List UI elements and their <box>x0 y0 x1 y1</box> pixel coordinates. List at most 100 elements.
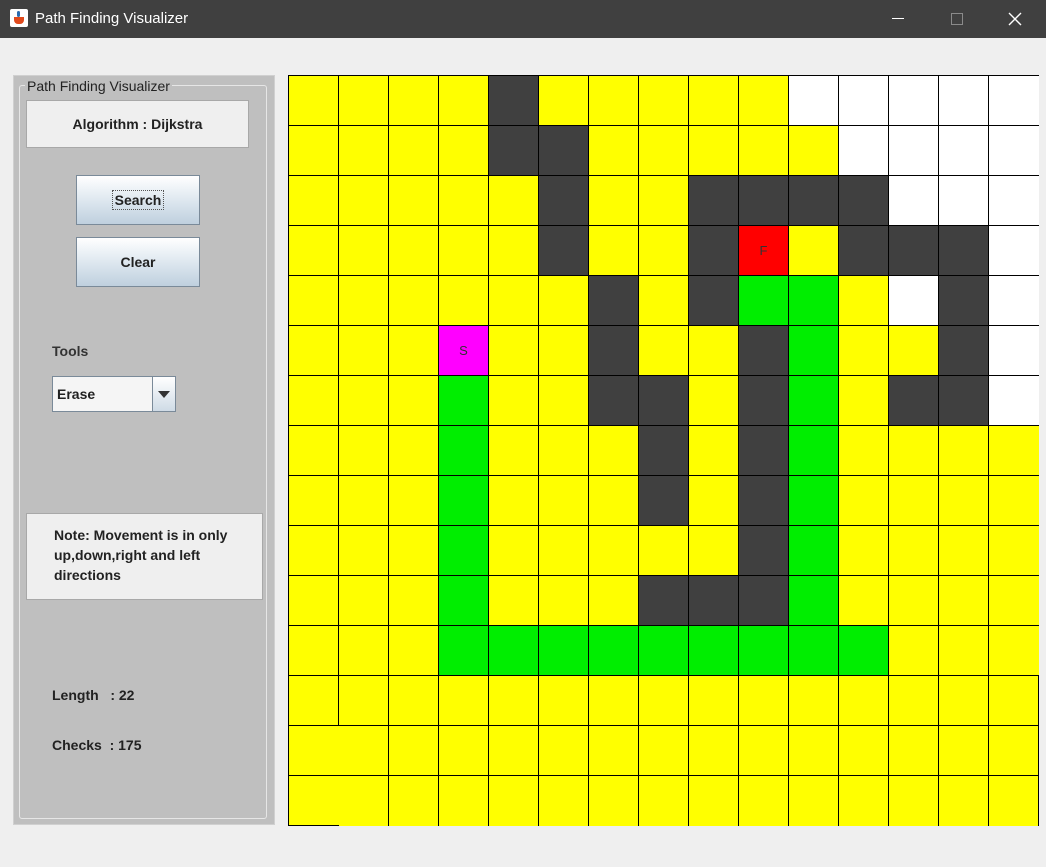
empty-cell[interactable] <box>389 376 439 426</box>
empty-cell[interactable] <box>339 476 389 526</box>
empty-cell[interactable] <box>289 676 339 726</box>
empty-cell[interactable] <box>989 426 1039 476</box>
empty-cell[interactable] <box>639 326 689 376</box>
empty-cell[interactable] <box>439 126 489 176</box>
unvisited-cell[interactable] <box>989 276 1039 326</box>
empty-cell[interactable] <box>389 176 439 226</box>
empty-cell[interactable] <box>839 676 889 726</box>
empty-cell[interactable] <box>439 226 489 276</box>
empty-cell[interactable] <box>389 726 439 776</box>
unvisited-cell[interactable] <box>839 76 889 126</box>
empty-cell[interactable] <box>939 426 989 476</box>
wall-cell[interactable] <box>639 576 689 626</box>
empty-cell[interactable] <box>439 276 489 326</box>
wall-cell[interactable] <box>839 176 889 226</box>
empty-cell[interactable] <box>889 476 939 526</box>
empty-cell[interactable] <box>539 776 589 826</box>
empty-cell[interactable] <box>939 626 989 676</box>
empty-cell[interactable] <box>989 626 1039 676</box>
empty-cell[interactable] <box>939 726 989 776</box>
empty-cell[interactable] <box>339 326 389 376</box>
wall-cell[interactable] <box>639 476 689 526</box>
empty-cell[interactable] <box>339 676 389 726</box>
unvisited-cell[interactable] <box>989 326 1039 376</box>
wall-cell[interactable] <box>839 226 889 276</box>
path-cell[interactable] <box>789 326 839 376</box>
empty-cell[interactable] <box>489 376 539 426</box>
path-cell[interactable] <box>839 626 889 676</box>
unvisited-cell[interactable] <box>989 176 1039 226</box>
unvisited-cell[interactable] <box>939 76 989 126</box>
empty-cell[interactable] <box>689 376 739 426</box>
empty-cell[interactable] <box>489 226 539 276</box>
empty-cell[interactable] <box>339 76 389 126</box>
unvisited-cell[interactable] <box>789 76 839 126</box>
empty-cell[interactable] <box>639 526 689 576</box>
unvisited-cell[interactable] <box>889 76 939 126</box>
wall-cell[interactable] <box>539 126 589 176</box>
empty-cell[interactable] <box>589 526 639 576</box>
empty-cell[interactable] <box>639 176 689 226</box>
empty-cell[interactable] <box>489 576 539 626</box>
empty-cell[interactable] <box>889 426 939 476</box>
empty-cell[interactable] <box>889 626 939 676</box>
empty-cell[interactable] <box>839 726 889 776</box>
wall-cell[interactable] <box>589 276 639 326</box>
empty-cell[interactable] <box>289 576 339 626</box>
wall-cell[interactable] <box>639 426 689 476</box>
empty-cell[interactable] <box>539 326 589 376</box>
empty-cell[interactable] <box>389 676 439 726</box>
empty-cell[interactable] <box>739 76 789 126</box>
wall-cell[interactable] <box>689 276 739 326</box>
empty-cell[interactable] <box>489 676 539 726</box>
wall-cell[interactable] <box>489 76 539 126</box>
wall-cell[interactable] <box>939 276 989 326</box>
empty-cell[interactable] <box>589 576 639 626</box>
wall-cell[interactable] <box>689 226 739 276</box>
empty-cell[interactable] <box>839 326 889 376</box>
path-cell[interactable] <box>789 476 839 526</box>
empty-cell[interactable] <box>289 776 339 826</box>
path-cell[interactable] <box>439 376 489 426</box>
empty-cell[interactable] <box>989 526 1039 576</box>
clear-button[interactable]: Clear <box>76 237 200 287</box>
unvisited-cell[interactable] <box>939 176 989 226</box>
empty-cell[interactable] <box>339 526 389 576</box>
empty-cell[interactable] <box>289 426 339 476</box>
empty-cell[interactable] <box>339 776 389 826</box>
empty-cell[interactable] <box>289 326 339 376</box>
maximize-icon[interactable] <box>927 0 985 38</box>
empty-cell[interactable] <box>989 676 1039 726</box>
empty-cell[interactable] <box>489 726 539 776</box>
path-cell[interactable] <box>489 626 539 676</box>
empty-cell[interactable] <box>389 526 439 576</box>
empty-cell[interactable] <box>389 426 439 476</box>
empty-cell[interactable] <box>789 226 839 276</box>
empty-cell[interactable] <box>989 476 1039 526</box>
empty-cell[interactable] <box>489 326 539 376</box>
empty-cell[interactable] <box>289 126 339 176</box>
path-cell[interactable] <box>689 626 739 676</box>
path-cell[interactable] <box>739 626 789 676</box>
empty-cell[interactable] <box>839 376 889 426</box>
empty-cell[interactable] <box>789 676 839 726</box>
empty-cell[interactable] <box>639 276 689 326</box>
empty-cell[interactable] <box>939 476 989 526</box>
empty-cell[interactable] <box>339 276 389 326</box>
wall-cell[interactable] <box>939 376 989 426</box>
wall-cell[interactable] <box>939 326 989 376</box>
search-button[interactable]: Search <box>76 175 200 225</box>
empty-cell[interactable] <box>639 676 689 726</box>
empty-cell[interactable] <box>689 126 739 176</box>
empty-cell[interactable] <box>489 426 539 476</box>
empty-cell[interactable] <box>489 176 539 226</box>
wall-cell[interactable] <box>739 176 789 226</box>
empty-cell[interactable] <box>339 226 389 276</box>
empty-cell[interactable] <box>339 126 389 176</box>
empty-cell[interactable] <box>539 376 589 426</box>
empty-cell[interactable] <box>989 576 1039 626</box>
empty-cell[interactable] <box>289 526 339 576</box>
unvisited-cell[interactable] <box>989 76 1039 126</box>
empty-cell[interactable] <box>839 476 889 526</box>
path-cell[interactable] <box>789 426 839 476</box>
